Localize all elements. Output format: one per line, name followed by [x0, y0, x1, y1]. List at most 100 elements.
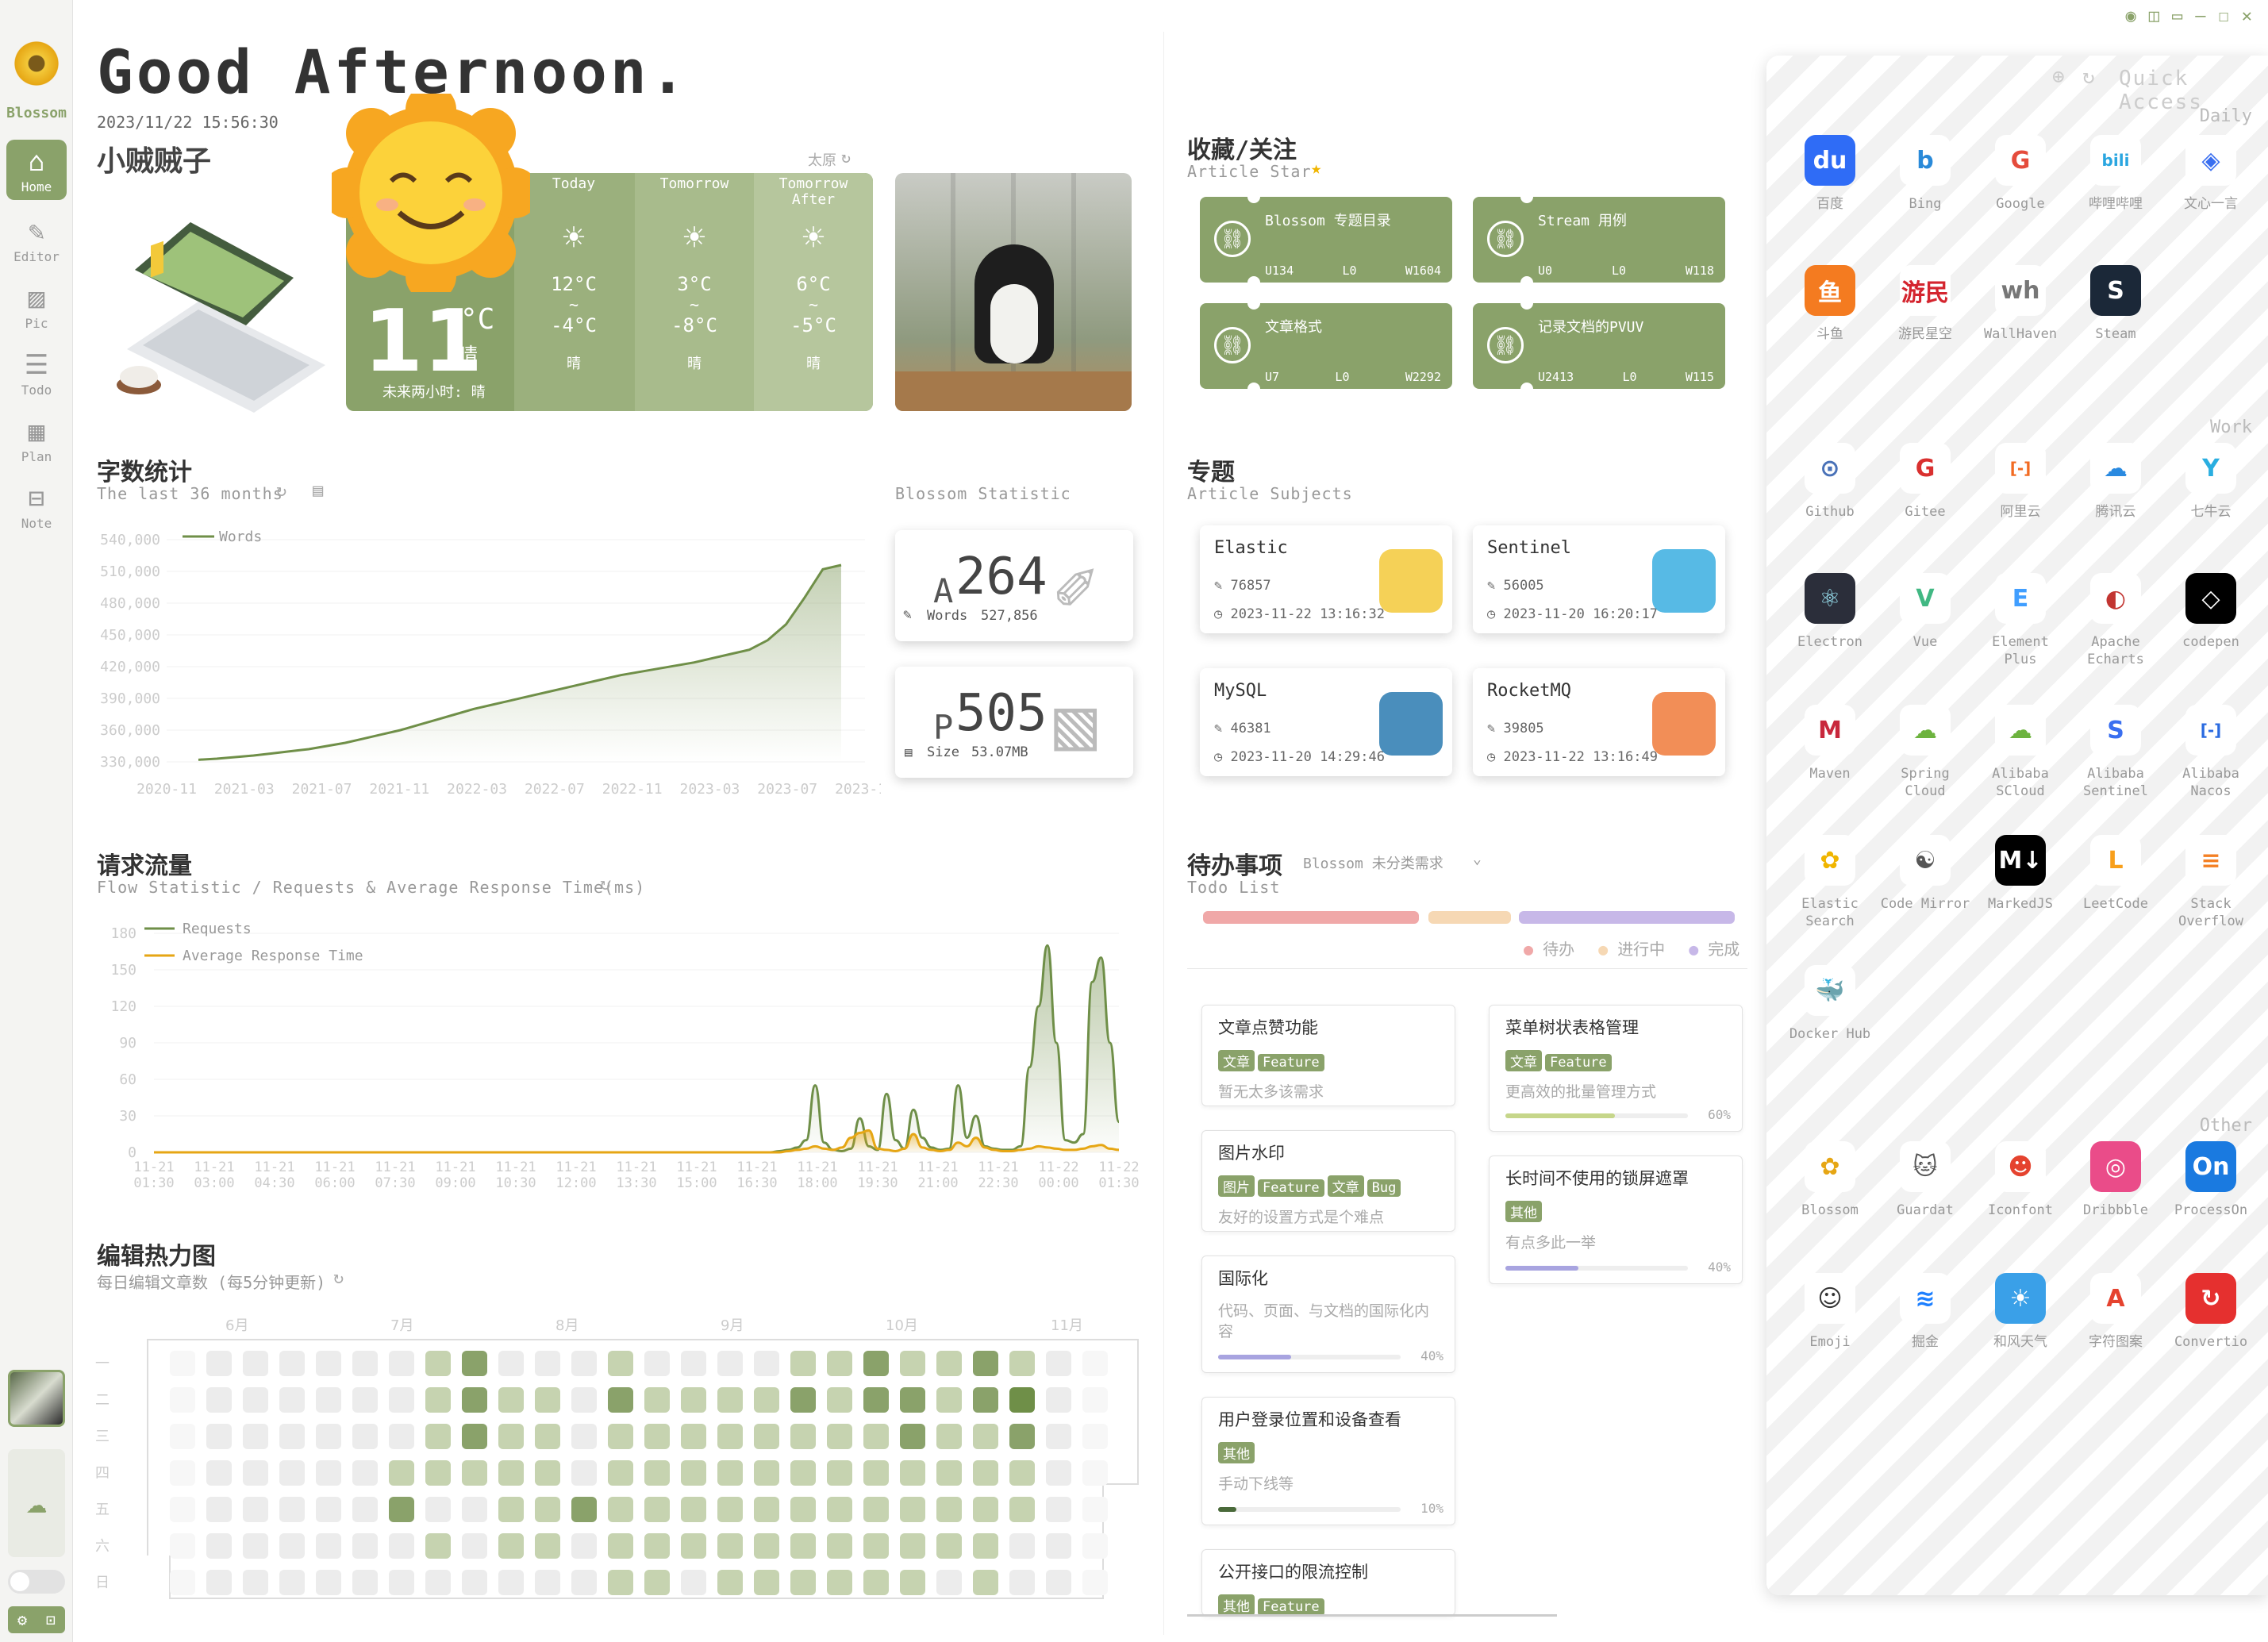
sidebar-item-home[interactable]: ⌂ Home: [6, 140, 67, 200]
todo-card[interactable]: 用户登录位置和设备查看 其他 手动下线等 10%: [1201, 1397, 1455, 1525]
qa-qiniu[interactable]: Y 七牛云: [2163, 443, 2258, 521]
star-card[interactable]: ⛓ 文章格式 U7 L0 W2292: [1200, 297, 1452, 395]
todo-card[interactable]: 国际化 代码、页面、与文档的国际化内容 40%: [1201, 1256, 1455, 1373]
chevron-down-icon[interactable]: ⌄: [1473, 851, 1482, 867]
wenxin-icon: ◈: [2185, 135, 2236, 186]
sidebar-item-editor[interactable]: ✎ Editor: [6, 210, 67, 270]
chart-icon[interactable]: ▤: [313, 481, 323, 501]
refresh-icon[interactable]: ↻: [333, 1268, 344, 1288]
refresh-icon[interactable]: ↻: [276, 481, 286, 501]
todo-card[interactable]: 长时间不使用的锁屏遮罩 其他 有点多此一举 40%: [1489, 1156, 1743, 1284]
highlighter-icon: ✐: [1054, 546, 1097, 629]
qa-qweather[interactable]: ☀ 和风天气: [1973, 1273, 2068, 1351]
legend-words: Words: [219, 529, 262, 545]
user-avatar[interactable]: [8, 1370, 65, 1427]
qa-alibaba-sentinel[interactable]: S Alibaba Sentinel: [2068, 705, 2163, 800]
qa-dribbble[interactable]: ◎ Dribbble: [2068, 1141, 2163, 1219]
settings-bar[interactable]: ⚙ ⊡: [8, 1606, 65, 1633]
qa-wallhaven[interactable]: wh WallHaven: [1973, 265, 2068, 343]
refresh-icon[interactable]: ↻: [2082, 65, 2095, 89]
subject-card[interactable]: Elastic ✎ 76857 ◷ 2023-11-22 13:16:32: [1200, 525, 1452, 633]
star-card[interactable]: ⛓ Stream 用例 U0 L0 W118: [1473, 190, 1725, 289]
theme-toggle[interactable]: [8, 1570, 65, 1594]
qa-gitee[interactable]: G Gitee: [1878, 443, 1973, 521]
todo-card[interactable]: 菜单树状表格管理 文章 Feature 更高效的批量管理方式 60%: [1489, 1005, 1743, 1132]
markedjs-icon: M↓: [1995, 835, 2046, 886]
todo-selector[interactable]: Blossom 未分类需求: [1303, 852, 1443, 873]
heatmap-cell: [571, 1497, 597, 1522]
pin-button[interactable]: ◉: [2126, 6, 2136, 26]
refresh-icon[interactable]: ↻: [841, 148, 851, 167]
qa-baidu[interactable]: du 百度: [1782, 135, 1878, 213]
qa-codepen[interactable]: ◇ codepen: [2163, 573, 2258, 651]
qa-github[interactable]: ⊙ Github: [1782, 443, 1878, 521]
qa-echarts[interactable]: ◐ Apache Echarts: [2068, 573, 2163, 668]
forecast-condition: 晴: [567, 356, 581, 372]
subject-card[interactable]: MySQL ✎ 46381 ◷ 2023-11-20 14:29:46: [1200, 668, 1452, 776]
qa-wenxin[interactable]: ◈ 文心一言: [2163, 135, 2258, 213]
todo-card[interactable]: 图片水印 图片 Feature 文章 Bug 友好的设置方式是个难点: [1201, 1130, 1455, 1232]
star-card[interactable]: ⛓ Blossom 专题目录 U134 L0 W1604: [1200, 190, 1452, 289]
qa-emoji[interactable]: ☺ Emoji: [1782, 1273, 1878, 1351]
heatmap-cell: [389, 1460, 414, 1486]
qa-stackoverflow[interactable]: ≡ Stack Overflow: [2163, 835, 2258, 930]
qa-alibaba-scloud[interactable]: ☁ Alibaba SCloud: [1973, 705, 2068, 800]
qa-gamersky[interactable]: 游民 游民星空: [1878, 265, 1973, 343]
heatmap-cell: [644, 1533, 670, 1559]
qa-docker[interactable]: 🐳 Docker Hub: [1782, 965, 1878, 1043]
qa-nacos[interactable]: [-] Alibaba Nacos: [2163, 705, 2258, 800]
close-button[interactable]: ✕: [2242, 6, 2252, 26]
qa-maven[interactable]: M Maven: [1782, 705, 1878, 783]
qa-bilibili[interactable]: bili 哔哩哔哩: [2068, 135, 2163, 213]
stat-label: Words: [927, 608, 968, 624]
qa-label: codepen: [2182, 634, 2239, 650]
layout-button[interactable]: ◫: [2149, 6, 2159, 26]
qa-electron[interactable]: ⚛ Electron: [1782, 573, 1878, 651]
sidebar-item-todo[interactable]: ☰ Todo: [6, 343, 67, 403]
star-card[interactable]: ⛓ 记录文档的PVUV U2413 L0 W115: [1473, 297, 1725, 395]
todo-card[interactable]: 文章点赞功能 文章 Feature 暂无太多该需求: [1201, 1005, 1455, 1106]
qa-juejin[interactable]: ≋ 掘金: [1878, 1273, 1973, 1351]
maximize-button[interactable]: ☐: [2219, 6, 2229, 26]
qa-iconfont[interactable]: ☻ Iconfont: [1973, 1141, 2068, 1219]
qa-element-plus[interactable]: E Element Plus: [1973, 573, 2068, 668]
qa-guardat[interactable]: 🐱 Guardat: [1878, 1141, 1973, 1219]
qa-steam[interactable]: S Steam: [2068, 265, 2163, 343]
gear-icon[interactable]: ⚙: [17, 1610, 27, 1629]
qa-spring-cloud[interactable]: ☁ Spring Cloud: [1878, 705, 1973, 800]
heatmap-cell: [681, 1351, 706, 1376]
refresh-icon[interactable]: ↻: [600, 875, 610, 894]
qa-ascii-art[interactable]: A 字符图案: [2068, 1273, 2163, 1351]
y-tick-label: 510,000: [100, 563, 160, 580]
qa-codemirror[interactable]: ☯ Code Mirror: [1878, 835, 1973, 913]
qa-markedjs[interactable]: M↓ MarkedJS: [1973, 835, 2068, 913]
qa-vue[interactable]: V Vue: [1878, 573, 1973, 651]
scrollbar[interactable]: [1187, 1614, 1557, 1617]
subject-card[interactable]: RocketMQ ✎ 39805 ◷ 2023-11-22 13:16:49: [1473, 668, 1725, 776]
qa-chrome[interactable]: G Google: [1973, 135, 2068, 213]
upload-cloud-icon[interactable]: ☁: [8, 1449, 65, 1557]
sidebar-item-note[interactable]: ⊟ Note: [6, 476, 67, 536]
add-icon[interactable]: ⊕: [2052, 65, 2065, 89]
sidebar-item-plan[interactable]: ▦ Plan: [6, 410, 67, 470]
github-icon: ⊙: [1805, 443, 1855, 494]
subject-card[interactable]: Sentinel ✎ 56005 ◷ 2023-11-20 16:20:17: [1473, 525, 1725, 633]
minimize-button[interactable]: —: [2195, 6, 2205, 26]
screen-button[interactable]: ▭: [2172, 6, 2182, 26]
qa-blossom[interactable]: ✿ Blossom: [1782, 1141, 1878, 1219]
qa-tencent-cloud[interactable]: ☁ 腾讯云: [2068, 443, 2163, 521]
qa-elasticsearch[interactable]: ✿ Elastic Search: [1782, 835, 1878, 930]
sidebar-item-pic[interactable]: ▨ Pic: [6, 276, 67, 336]
sun-icon: ☀: [563, 216, 585, 259]
crop-icon[interactable]: ⊡: [46, 1610, 56, 1629]
qa-convertio[interactable]: ↻ Convertio: [2163, 1273, 2258, 1351]
subject-count: 56005: [1503, 578, 1544, 594]
qa-bing[interactable]: b Bing: [1878, 135, 1973, 213]
heatmap-cell: [973, 1351, 998, 1376]
qa-processon[interactable]: On ProcessOn: [2163, 1141, 2258, 1219]
todo-card[interactable]: 公开接口的限流控制 其他 Feature: [1201, 1549, 1455, 1616]
qa-douyu[interactable]: 鱼 斗鱼: [1782, 265, 1878, 343]
qa-leetcode[interactable]: L LeetCode: [2068, 835, 2163, 913]
sidebar-item-label: Home: [21, 179, 52, 194]
qa-aliyun[interactable]: [-] 阿里云: [1973, 443, 2068, 521]
